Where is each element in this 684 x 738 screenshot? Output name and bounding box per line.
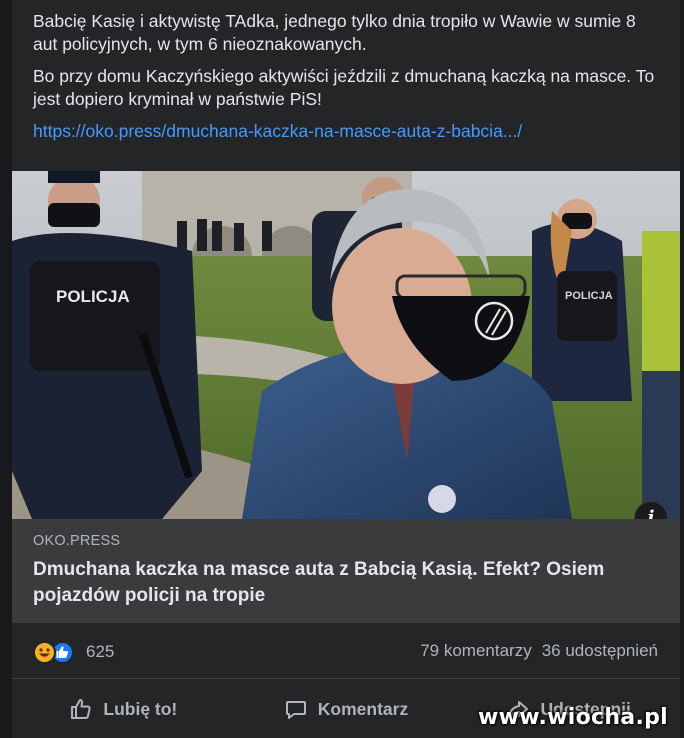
comments-count[interactable]: 79 komentarzy bbox=[420, 641, 532, 661]
post-paragraph-1: Babcię Kasię i aktywistę TAdka, jednego … bbox=[33, 11, 636, 54]
engagement-counts: 79 komentarzy 36 udostępnień bbox=[420, 641, 658, 661]
link-title[interactable]: Dmuchana kaczka na masce auta z Babcią K… bbox=[33, 557, 659, 609]
comment-button[interactable]: Komentarz bbox=[235, 680, 458, 738]
shares-count[interactable]: 36 udostępnień bbox=[542, 641, 658, 661]
vest-text-left: POLICJA bbox=[56, 287, 130, 306]
post-link[interactable]: https://oko.press/dmuchana-kaczka-na-mas… bbox=[33, 120, 663, 143]
thumbs-up-icon bbox=[71, 699, 91, 719]
like-button[interactable]: Lubię to! bbox=[12, 680, 235, 738]
like-button-label: Lubię to! bbox=[103, 698, 178, 719]
preview-photo[interactable]: POLICJA POLICJA bbox=[12, 171, 680, 519]
comment-button-label: Komentarz bbox=[317, 698, 409, 719]
link-domain: OKO.PRESS bbox=[33, 533, 121, 549]
link-preview[interactable]: POLICJA POLICJA i OKO.PRESS Dmuchana kac… bbox=[12, 171, 680, 623]
post-paragraph-2: Bo przy domu Kaczyńskiego aktywiści jeźd… bbox=[33, 66, 655, 109]
facebook-post: Babcię Kasię i aktywistę TAdka, jednego … bbox=[12, 0, 680, 738]
vest-text-right: POLICJA bbox=[565, 290, 613, 302]
watermark-logo: www.wiocha.pl bbox=[478, 705, 668, 730]
haha-reaction-icon bbox=[33, 640, 56, 664]
post-body: Babcię Kasię i aktywistę TAdka, jednego … bbox=[33, 10, 663, 143]
speech-bubble-icon bbox=[285, 701, 306, 719]
link-card[interactable]: OKO.PRESS Dmuchana kaczka na masce auta … bbox=[12, 519, 680, 623]
reaction-count: 625 bbox=[86, 642, 115, 661]
post-stats: 625 79 komentarzy 36 udostępnień bbox=[12, 623, 680, 679]
reactions-summary[interactable]: 625 bbox=[33, 640, 114, 664]
